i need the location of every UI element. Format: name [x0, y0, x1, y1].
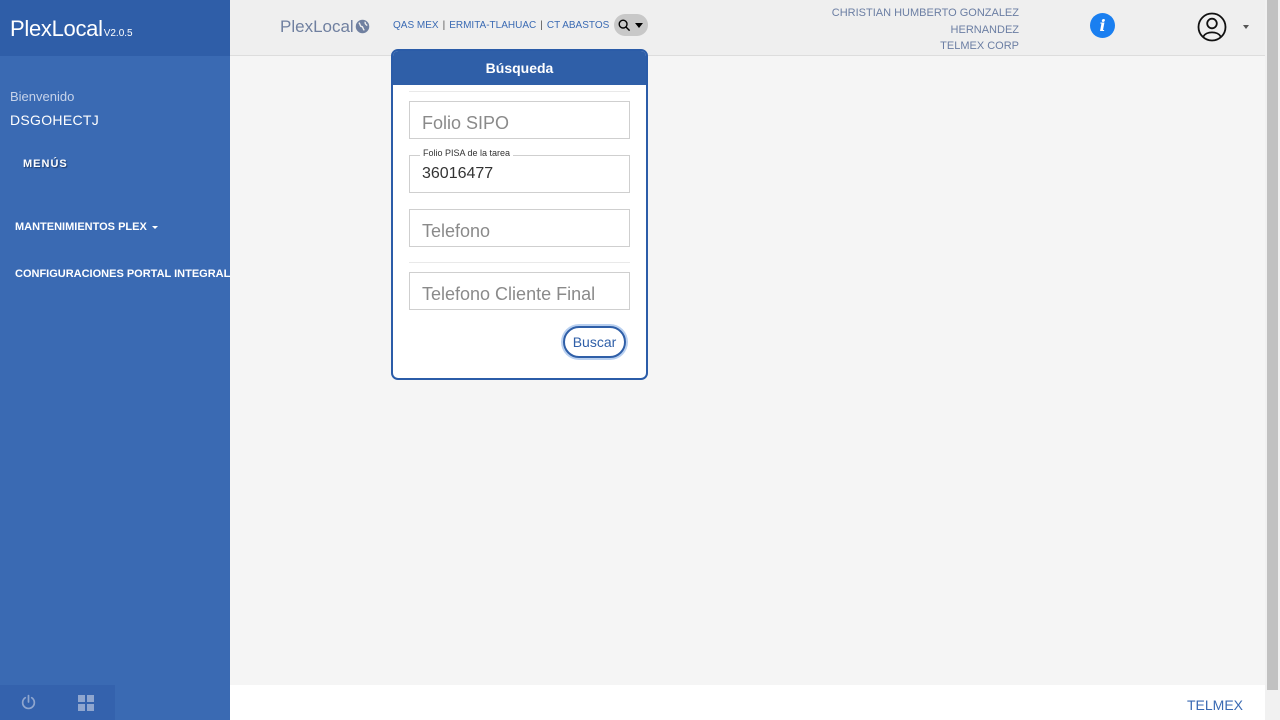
footer-text: TELMEX	[1186, 697, 1243, 713]
folio-pisa-value: 36016477	[422, 165, 494, 182]
divider	[409, 91, 630, 92]
top-brand[interactable]: PlexLocal	[280, 17, 370, 37]
user-name-line2: HERNANDEZ	[950, 23, 1019, 36]
menus-title: MENÚS	[23, 158, 68, 170]
brand-version: V2.0.5	[103, 28, 133, 39]
search-icon	[618, 19, 631, 31]
sidebar-item-label: CONFIGURACIONES PORTAL INTEGRAL	[15, 268, 231, 280]
divider	[409, 262, 630, 263]
sidebar-footer	[0, 685, 115, 720]
buscar-button[interactable]: Buscar	[563, 326, 626, 358]
brand[interactable]: PlexLocalV2.0.5	[0, 0, 230, 56]
breadcrumb-item[interactable]: CT ABASTOS	[547, 20, 609, 31]
folio-pisa-label: Folio PISA de la tarea	[420, 149, 514, 158]
username: DSGOHECTJ	[10, 112, 100, 128]
brand-name: PlexLocal	[10, 16, 103, 41]
footer: TELMEX	[230, 685, 1265, 720]
info-icon[interactable]: i	[1090, 13, 1115, 38]
caret-down-icon	[635, 22, 643, 28]
user-name-line1: CHRISTIAN HUMBERTO GONZALEZ	[831, 7, 1019, 19]
telefono-cliente-final-input[interactable]: Telefono Cliente Final	[409, 272, 630, 310]
top-brand-name: PlexLocal	[280, 17, 354, 36]
sidebar: PlexLocalV2.0.5 Bienvenido DSGOHECTJ MEN…	[0, 0, 230, 720]
power-icon[interactable]	[0, 685, 57, 720]
breadcrumb: QAS MEX | ERMITA-TLAHUAC | CT ABASTOS	[393, 20, 610, 31]
telefono-input[interactable]: Telefono	[409, 209, 630, 247]
company-name: TELMEX CORP	[940, 40, 1019, 52]
sidebar-item-label: MANTENIMIENTOS PLEX	[15, 221, 147, 233]
caret-down-icon	[151, 225, 158, 229]
sidebar-item-configuraciones-portal-integral[interactable]: CONFIGURACIONES PORTAL INTEGRAL	[15, 268, 230, 280]
search-toggle-button[interactable]	[614, 14, 648, 36]
user-menu-caret-icon[interactable]	[1243, 25, 1249, 29]
breadcrumb-item[interactable]: QAS MEX	[393, 20, 439, 31]
welcome-text: Bienvenido	[10, 89, 75, 104]
user-avatar-icon[interactable]	[1197, 12, 1227, 42]
search-panel-title: Búsqueda	[393, 51, 646, 85]
scrollbar[interactable]	[1265, 0, 1280, 720]
top-bar: PlexLocal QAS MEX | ERMITA-TLAHUAC | CT ABAS…	[230, 0, 1265, 56]
globe-icon	[355, 19, 369, 34]
scrollbar-thumb[interactable]	[1267, 0, 1278, 690]
user-info: CHRISTIAN HUMBERTO GONZALEZ HERNANDEZ TE…	[832, 5, 1019, 55]
folio-sipo-input[interactable]: Folio SIPO	[409, 101, 630, 139]
breadcrumb-item[interactable]: ERMITA-TLAHUAC	[449, 20, 536, 31]
search-panel: Búsqueda Folio SIPO Folio PISA de la tar…	[391, 49, 648, 380]
sidebar-item-mantenimientos-plex[interactable]: MANTENIMIENTOS PLEX	[15, 221, 158, 233]
folio-pisa-input[interactable]: Folio PISA de la tarea 36016477	[409, 149, 630, 193]
grid-icon[interactable]	[57, 685, 114, 720]
